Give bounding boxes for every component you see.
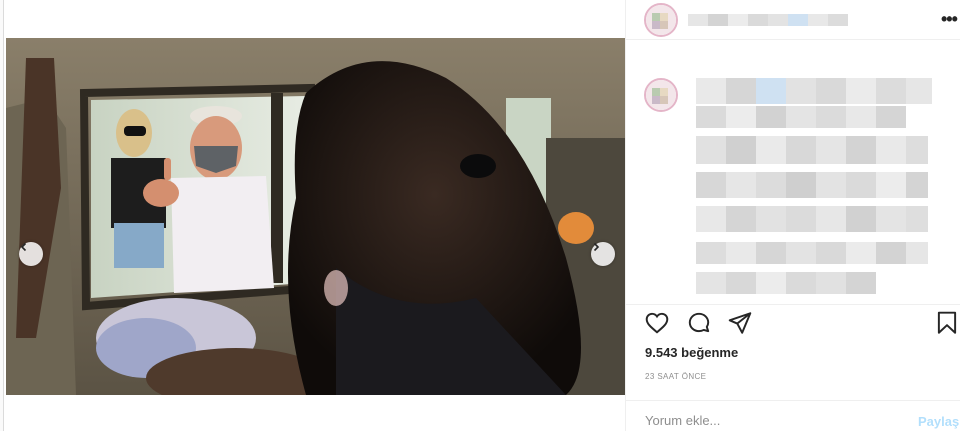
comment-form: Paylaş bbox=[626, 400, 960, 431]
pixelated-avatar-image bbox=[646, 5, 676, 35]
pixelated-caption bbox=[696, 78, 932, 294]
post-side-panel: ••• 9.543 beğenme 23 SAAT ÖNCE Yorum ekl… bbox=[625, 0, 960, 431]
pixelated-avatar-image bbox=[646, 80, 676, 110]
carousel-prev-button[interactable] bbox=[19, 242, 43, 266]
photo-illustration bbox=[6, 38, 628, 395]
carousel-next-button[interactable] bbox=[591, 242, 615, 266]
more-horizontal-icon: ••• bbox=[941, 9, 958, 29]
chevron-left-icon bbox=[20, 242, 27, 252]
save-button[interactable] bbox=[934, 310, 960, 338]
avatar[interactable] bbox=[644, 3, 678, 37]
bookmark-icon bbox=[937, 311, 957, 334]
more-options-button[interactable]: ••• bbox=[941, 9, 958, 29]
comment-bubble-icon bbox=[688, 312, 710, 333]
instagram-post: ••• 9.543 beğenme 23 SAAT ÖNCE Yorum ekl… bbox=[3, 0, 960, 431]
caption-avatar[interactable] bbox=[644, 78, 678, 112]
comment-button[interactable] bbox=[686, 310, 714, 338]
like-button[interactable] bbox=[644, 310, 672, 338]
pixelated-username[interactable] bbox=[688, 11, 858, 29]
like-count[interactable]: 9.543 beğenme bbox=[645, 345, 738, 360]
share-button[interactable] bbox=[727, 310, 755, 338]
post-header: ••• bbox=[626, 0, 960, 40]
post-comment-button[interactable]: Paylaş bbox=[918, 414, 959, 429]
comment-input[interactable] bbox=[645, 413, 905, 428]
chevron-right-icon bbox=[593, 242, 600, 252]
heart-icon bbox=[645, 312, 669, 334]
paper-plane-icon bbox=[728, 312, 752, 334]
post-timestamp[interactable]: 23 SAAT ÖNCE bbox=[645, 372, 706, 381]
post-photo[interactable] bbox=[6, 38, 628, 395]
